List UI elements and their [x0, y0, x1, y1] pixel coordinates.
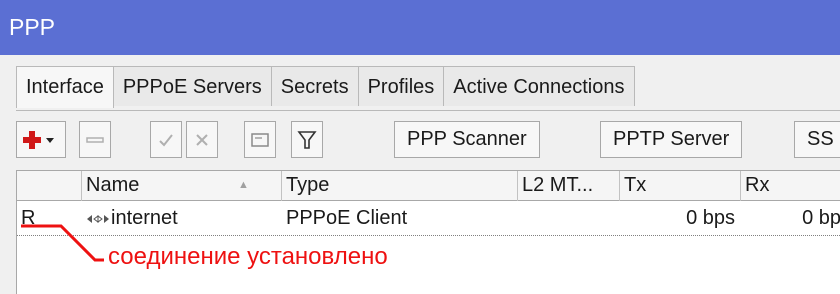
tab-interface[interactable]: Interface: [16, 66, 114, 108]
annotation-label: соединение установлено: [108, 243, 388, 270]
